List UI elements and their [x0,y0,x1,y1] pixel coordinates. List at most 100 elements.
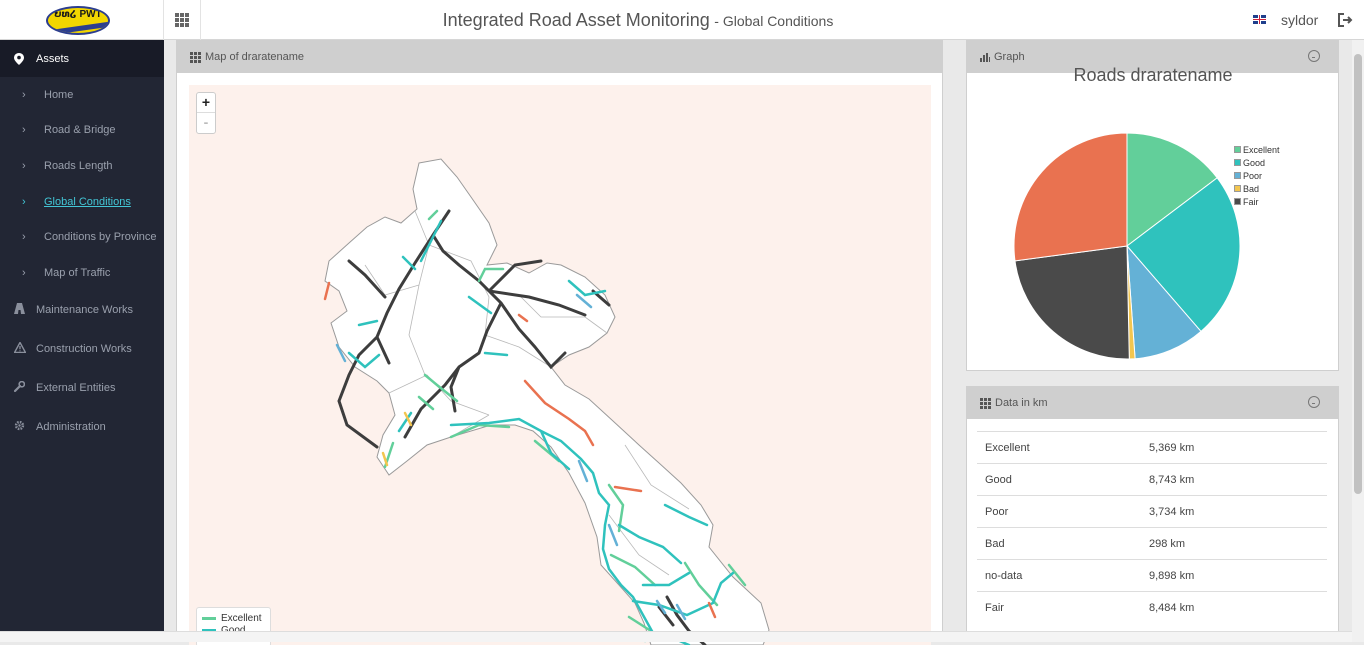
legend-label: Excellent [221,612,262,624]
wrench-icon [13,380,36,395]
row-label: Fair [985,601,1004,614]
sidebar-item-maintenance-works[interactable]: Maintenance Works [0,291,164,330]
country-map-svg[interactable] [189,85,931,645]
road-map[interactable]: + - Excellent Good [189,85,931,645]
sidebar-item-label: External Entities [36,382,116,395]
sidebar-item-road-bridge[interactable]: › Road & Bridge [0,113,164,149]
pie-legend-item[interactable]: Bad [1234,182,1280,195]
legend-swatch [1234,146,1241,153]
sidebar-section-assets[interactable]: Assets [0,40,164,77]
logo-text: ບທ໒ PWT [54,9,102,20]
legend-label: Fair [1243,196,1259,207]
row-label: Bad [985,537,1005,550]
chevron-right-icon: › [22,266,26,279]
data-panel-title: Data in km [995,397,1048,409]
sidebar-item-label: Maintenance Works [36,304,134,317]
scrollbar-thumb[interactable] [1354,54,1362,494]
username[interactable]: syldor [1281,12,1318,28]
map-marker-icon [14,52,24,65]
logout-icon[interactable] [1337,12,1353,28]
row-label: Good [985,473,1012,486]
pie-slice-no-data[interactable] [1013,132,1128,262]
bar-chart-icon [980,52,990,62]
map-panel-header: Map of draratename [177,41,942,73]
legend-swatch [1234,159,1241,166]
uk-flag-icon[interactable] [1253,15,1266,24]
sidebar-item-label: Road & Bridge [44,124,116,137]
map-panel: Map of draratename + - Excellent Good [176,40,943,645]
sidebar-item-label: Construction Works [36,343,132,356]
logo-swoosh [48,21,108,33]
pie-legend-item[interactable]: Excellent [1234,143,1280,156]
zoom-out-button[interactable]: - [197,113,215,133]
chevron-right-icon: › [22,124,26,137]
pie-chart[interactable] [967,73,1340,372]
logo-container[interactable]: ບທ໒ PWT [0,0,164,40]
sidebar-item-construction-works[interactable]: Construction Works [0,330,164,369]
row-value: 8,743 km [1149,473,1195,486]
pwt-logo[interactable]: ບທ໒ PWT [46,6,110,35]
table-row: no-data 9,898 km [977,559,1327,591]
page-scrollbar[interactable] [1352,40,1364,642]
pie-slice-fair[interactable] [1014,245,1130,360]
sidebar-item-conditions-by-province[interactable]: › Conditions by Province [0,219,164,255]
row-label: Poor [985,505,1009,518]
pie-legend-item[interactable]: Fair [1234,195,1280,208]
graph-panel: Graph Roads draratename Excellent Good P… [966,40,1339,371]
sidebar-item-global-conditions[interactable]: › Global Conditions [0,184,164,220]
download-icon[interactable] [1308,396,1320,408]
row-label: no-data [985,569,1023,582]
grid-icon [190,51,201,63]
pie-legend-item[interactable]: Good [1234,156,1280,169]
chevron-right-icon: › [22,159,26,172]
data-panel: Data in km Excellent 5,369 km Good 8,743 k… [966,386,1339,642]
chevron-right-icon: › [22,88,26,101]
row-value: 9,898 km [1149,569,1195,582]
page-title: Integrated Road Asset Monitoring - Globa… [200,0,1076,40]
legend-swatch [1234,172,1241,179]
apps-menu-button[interactable] [164,0,201,40]
legend-label: Good [1243,157,1266,168]
grid-icon [980,397,991,409]
sidebar-item-label: Global Conditions [44,195,131,208]
table-row: Excellent 5,369 km [977,431,1327,463]
sidebar-item-label: Home [44,88,74,101]
warning-icon [13,341,36,356]
table-row: Bad 298 km [977,527,1327,559]
country-boundary [324,158,770,645]
row-value: 3,734 km [1149,505,1195,518]
graph-panel-title: Graph [994,51,1025,63]
download-icon[interactable] [1308,50,1320,62]
table-row: Poor 3,734 km [977,495,1327,527]
map-legend-item: Excellent [202,612,265,624]
road-icon [14,303,36,317]
sidebar-item-external-entities[interactable]: External Entities [0,369,164,408]
sidebar-item-roads-length[interactable]: › Roads Length [0,148,164,184]
sidebar-item-administration[interactable]: Administration [0,408,164,447]
app-title: Integrated Road Asset Monitoring [442,10,710,30]
row-value: 298 km [1149,537,1186,550]
zoom-control: + - [196,92,216,134]
legend-label: Excellent [1243,144,1280,155]
zoom-in-button[interactable]: + [197,93,215,113]
chevron-right-icon: › [22,195,26,208]
page-subtitle: - Global Conditions [714,13,834,29]
sidebar: Assets › Home › Road & Bridge › Roads Le… [0,40,164,642]
legend-swatch [1234,198,1241,205]
data-table: Excellent 5,369 km Good 8,743 km Poor 3,734… [977,431,1327,623]
map-panel-title: Map of draratename [205,51,305,63]
gear-icon [14,420,36,434]
legend-label: Poor [1243,170,1263,181]
row-value: 8,484 km [1149,601,1195,614]
chevron-right-icon: › [22,231,26,244]
table-row: Good 8,743 km [977,463,1327,495]
top-bar: ບທ໒ PWT Integrated Road Asset Monitoring… [0,0,1364,40]
sidebar-item-label: Roads Length [44,159,113,172]
sidebar-item-home[interactable]: › Home [0,77,164,113]
legend-swatch [202,616,216,620]
sidebar-item-map-of-traffic[interactable]: › Map of Traffic [0,255,164,291]
data-panel-header: Data in km [967,387,1338,419]
row-value: 5,369 km [1149,441,1195,454]
grid-icon [175,13,189,27]
pie-legend-item[interactable]: Poor [1234,169,1280,182]
